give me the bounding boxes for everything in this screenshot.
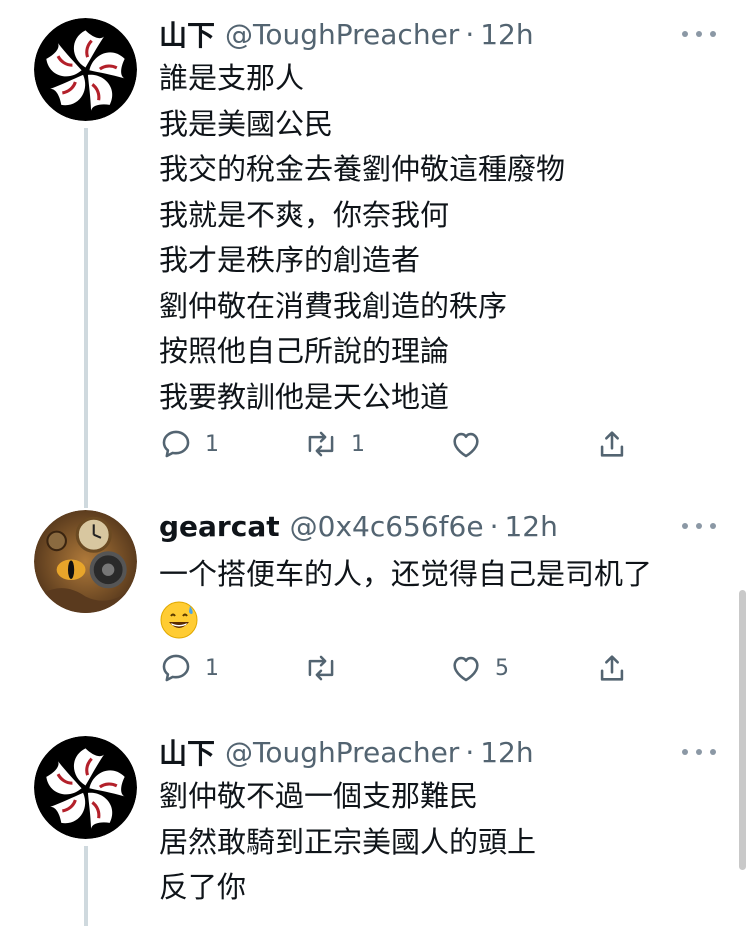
display-name[interactable]: 山下 [159, 732, 215, 772]
share-icon [600, 655, 624, 681]
avatar[interactable] [34, 510, 137, 613]
timestamp[interactable]: 12h [480, 18, 533, 51]
steampunk-cat-icon [34, 510, 137, 613]
timestamp[interactable]: 12h [504, 510, 557, 543]
thread-line [84, 846, 88, 926]
more-options-icon[interactable] [682, 24, 716, 44]
tweet-line: 我才是秩序的創造者 [159, 243, 421, 277]
reply-icon [162, 430, 190, 458]
tweet-actions: 1 5 [159, 648, 629, 688]
tweet-line: 反了你 [159, 870, 247, 904]
user-handle[interactable]: @ToughPreacher [225, 18, 459, 51]
sweat-smile-emoji-icon [160, 601, 198, 638]
tweet-line: 按照他自己所說的理論 [159, 334, 450, 368]
timestamp[interactable]: 12h [480, 736, 533, 769]
tweet-line: 劉仲敬不過一個支那難民 [159, 779, 479, 813]
tweet-1[interactable]: 山下 @ToughPreacher · 12h 誰是支那人 我是美國公民 我交的… [0, 0, 750, 508]
tweet-line: 誰是支那人 [159, 61, 305, 95]
retweet-button[interactable]: 1 [303, 424, 365, 464]
reply-button[interactable]: 1 [159, 424, 219, 464]
tweet-line: 劉仲敬在消費我創造的秩序 [159, 288, 508, 323]
scrollbar[interactable] [739, 590, 746, 870]
tweet-line: 我是美國公民 [159, 106, 334, 141]
share-icon [600, 431, 624, 457]
like-count: 5 [495, 655, 509, 681]
avatar[interactable] [34, 18, 137, 121]
tweet-header: 山下 @ToughPreacher · 12h [159, 14, 534, 54]
bauhinia-icon [34, 18, 137, 121]
reply-button[interactable]: 1 [159, 648, 219, 688]
tweet-text: 劉仲敬不過一個支那難民 居然敢騎到正宗美國人的頭上 反了你 [159, 774, 719, 911]
display-name[interactable]: 山下 [159, 14, 215, 54]
tweet-2[interactable]: gearcat @0x4c656f6e · 12h 一个搭便车的人，还觉得自己是… [0, 500, 750, 720]
retweet-icon [308, 655, 334, 681]
tweet-header: 山下 @ToughPreacher · 12h [159, 732, 534, 772]
reply-icon [162, 654, 190, 682]
separator-dot: · [465, 735, 475, 769]
heart-icon [453, 656, 479, 682]
more-options-icon[interactable] [682, 516, 716, 536]
share-button[interactable] [595, 424, 629, 464]
retweet-button[interactable] [303, 648, 351, 688]
like-button[interactable] [449, 424, 495, 464]
separator-dot: · [489, 509, 499, 543]
thread-line [84, 128, 88, 508]
more-options-icon[interactable] [682, 742, 716, 762]
tweet-header: gearcat @0x4c656f6e · 12h [159, 506, 558, 546]
tweet-line: 我交的稅金去養劉仲敬這種廢物 [159, 152, 566, 186]
tweet-line: 我要教訓他是天公地道 [159, 379, 450, 414]
tweet-3[interactable]: 山下 @ToughPreacher · 12h 劉仲敬不過一個支那難民 居然敢騎… [0, 720, 750, 926]
tweet-text: 一个搭便车的人，还觉得自己是司机了 [159, 552, 719, 640]
like-button[interactable]: 5 [449, 648, 509, 688]
retweet-icon [308, 431, 334, 457]
user-handle[interactable]: @0x4c656f6e [290, 510, 484, 543]
separator-dot: · [465, 17, 475, 51]
tweet-line: 一个搭便车的人，还觉得自己是司机了 [159, 557, 653, 591]
avatar[interactable] [34, 736, 137, 839]
reply-count: 1 [205, 655, 219, 681]
heart-icon [453, 432, 479, 458]
retweet-count: 1 [351, 431, 365, 457]
tweet-actions: 1 1 [159, 424, 629, 464]
tweet-line: 居然敢騎到正宗美國人的頭上 [159, 824, 537, 859]
share-button[interactable] [595, 648, 629, 688]
user-handle[interactable]: @ToughPreacher [225, 736, 459, 769]
reply-count: 1 [205, 431, 219, 457]
display-name[interactable]: gearcat [159, 510, 280, 543]
tweet-text: 誰是支那人 我是美國公民 我交的稅金去養劉仲敬這種廢物 我就是不爽，你奈我何 我… [159, 56, 719, 420]
bauhinia-icon [34, 736, 137, 839]
tweet-line: 我就是不爽，你奈我何 [159, 197, 450, 232]
